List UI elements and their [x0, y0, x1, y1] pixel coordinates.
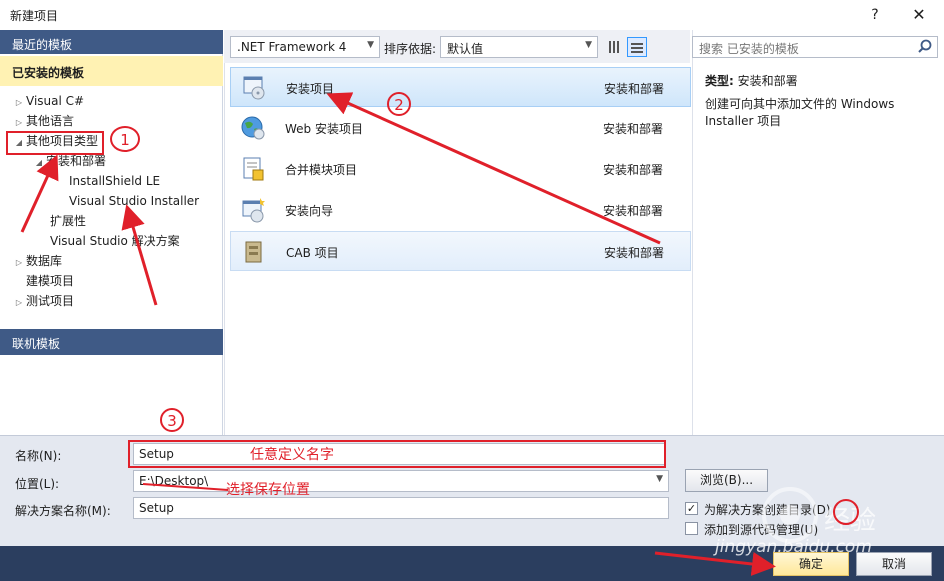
arrow-to-setup-deployment	[20, 154, 59, 233]
annotation-arrows	[20, 92, 776, 576]
arrow-to-location	[142, 483, 229, 491]
arrow-to-setup-project	[326, 92, 661, 245]
arrow-to-ok	[654, 551, 776, 576]
arrow-to-vs-installer	[121, 204, 158, 306]
